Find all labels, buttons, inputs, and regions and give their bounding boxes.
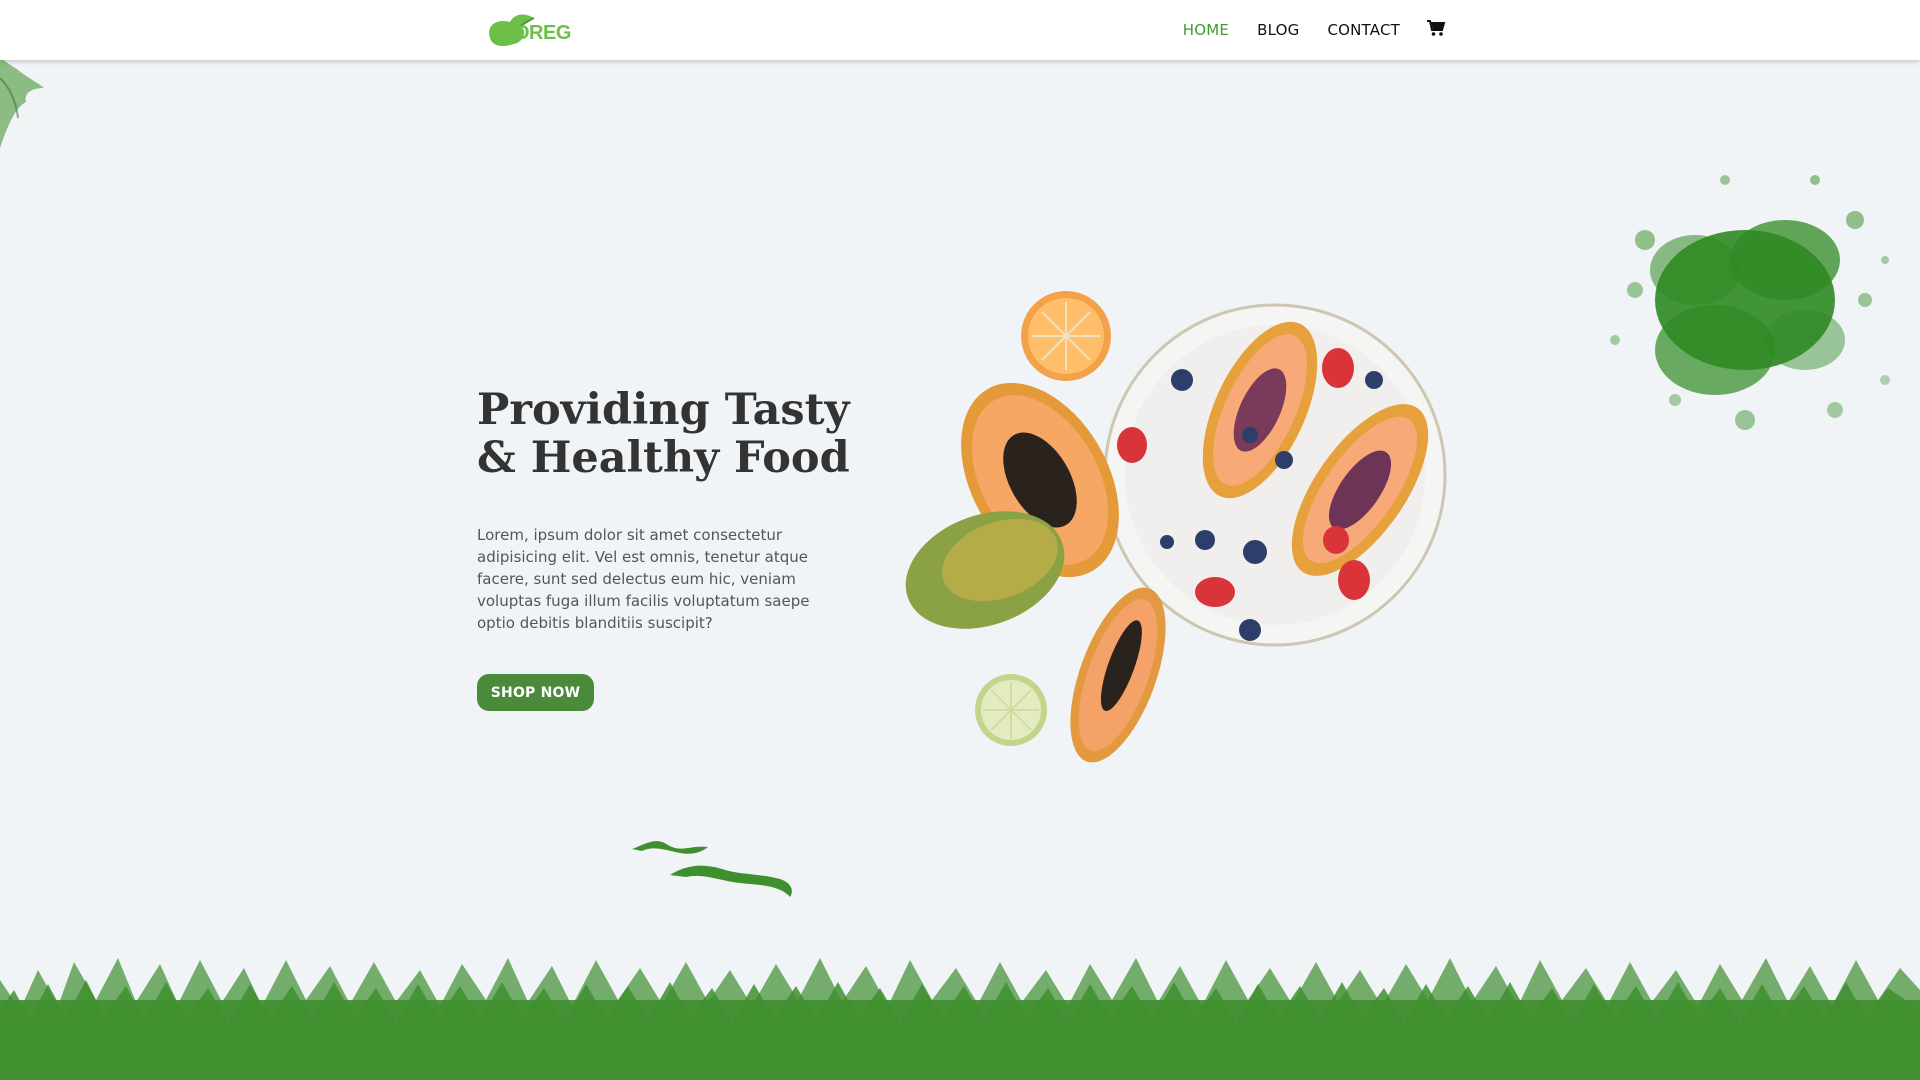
page: OREG HOME BLOG CONTACT Providing Tasty &…	[0, 0, 1920, 1080]
shop-now-button[interactable]: SHOP NOW	[477, 674, 594, 711]
nav-menu: HOME BLOG CONTACT	[1155, 20, 1446, 40]
hero-description: Lorem, ipsum dolor sit amet consectetur …	[477, 526, 810, 632]
logo-text: OREG	[514, 22, 571, 44]
papaya-plate-image	[905, 291, 1447, 763]
green-splash-decor	[1610, 175, 1890, 430]
hero-title: Providing Tasty & Healthy Food	[477, 386, 897, 482]
brand-logo[interactable]: OREG	[484, 8, 571, 52]
hero-title-line2: & Healthy Food	[477, 433, 850, 483]
leaf-corner-decor	[0, 58, 44, 148]
hero-title-line1: Providing Tasty	[477, 385, 850, 435]
nav-blog[interactable]: BLOG	[1257, 21, 1299, 39]
grass-footer-decor	[0, 958, 1920, 1080]
nav-home[interactable]: HOME	[1183, 21, 1229, 39]
navbar: OREG HOME BLOG CONTACT	[0, 0, 1920, 60]
nav-contact[interactable]: CONTACT	[1327, 21, 1400, 39]
cart-icon[interactable]	[1426, 18, 1446, 38]
brush-stroke-decor	[632, 841, 792, 897]
